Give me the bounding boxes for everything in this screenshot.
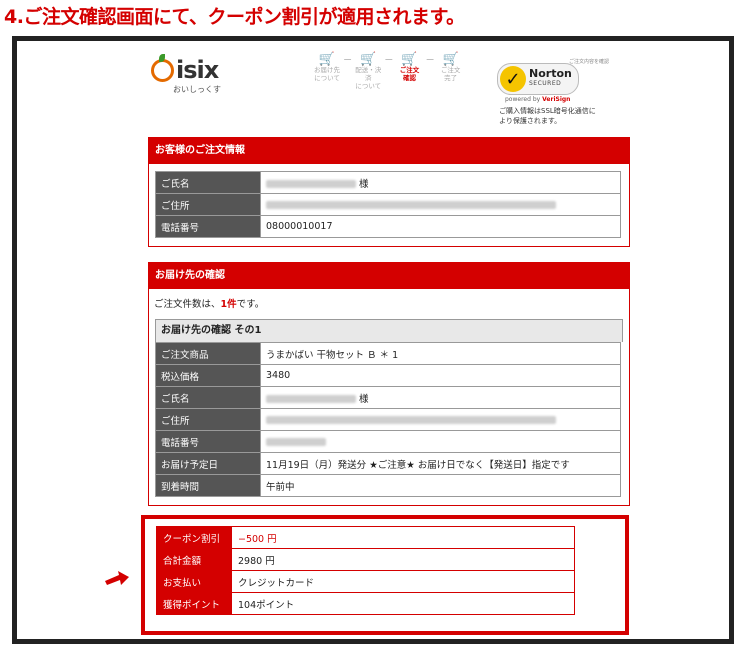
step-separator: − [384, 53, 394, 66]
table-row: ご氏名 様 [155, 386, 621, 409]
step-separator: − [343, 53, 353, 66]
table-row: ご住所 [155, 193, 621, 216]
points-value: 104ポイント [231, 592, 575, 615]
coupon-value: −500 円 [231, 526, 575, 549]
verisign-line: powered by VeriSign [505, 96, 571, 103]
table-row: ご住所 [155, 408, 621, 431]
step-3-active: 🛒 ご注文 確認 [396, 53, 422, 90]
step-4: 🛒 ご注文 完了 [438, 53, 464, 90]
pointer-arrow-icon [105, 571, 129, 585]
step-1: 🛒 お届け先 について [314, 52, 340, 82]
norton-seal[interactable]: ✓ Norton SECURED [497, 63, 579, 95]
total-label: 合計金額 [156, 548, 232, 571]
table-row: 到着時間 午前中 [155, 474, 621, 497]
table-row: お支払い クレジットカード [156, 570, 575, 593]
screenshot-frame: isix おいしっくす 🛒 お届け先 について − 🛒 配送・決済 について − 🛒 ご注… [12, 36, 734, 644]
cart-icon: 🛒 [401, 52, 418, 67]
table-row: 電話番号 08000010017 [155, 215, 621, 238]
delivery-subtitle: お届け先の確認 その1 [155, 319, 623, 342]
table-row: ご氏名 様 [155, 171, 621, 194]
table-row: 税込価格 3480 [155, 364, 621, 387]
table-row: 電話番号 [155, 430, 621, 453]
order-count: ご注文件数は、1件です。 [154, 299, 265, 310]
logo-text: isix [176, 56, 219, 84]
cart-icon: 🛒 [318, 52, 336, 67]
points-label: 獲得ポイント [156, 592, 232, 615]
checkout-steps: 🛒 お届け先 について − 🛒 配送・決済 について − 🛒 ご注文 確認 − 🛒 ご注文 完了 [314, 53, 464, 90]
customer-info-section: お客様のご注文情報 ご氏名 様 ご住所 電話番号 08000010017 [148, 137, 630, 247]
norton-name: Norton [529, 67, 572, 80]
blurred-name [266, 395, 356, 403]
table-row: 合計金額 2980 円 [156, 548, 575, 571]
coupon-label: クーポン割引 [156, 526, 232, 549]
step-separator: − [425, 53, 435, 66]
delivery-section: お届け先の確認 ご注文件数は、1件です。 お届け先の確認 その1 ご注文商品 うま… [148, 262, 630, 506]
blurred-address [266, 200, 556, 209]
blurred-phone [266, 437, 326, 446]
customer-info-title: お客様のご注文情報 [149, 138, 629, 164]
table-row: クーポン割引 −500 円 [156, 526, 575, 549]
checkmark-icon: ✓ [500, 66, 526, 92]
norton-top-label: ご注文内容を確認 [569, 59, 610, 65]
table-row: ご注文商品 うまかばい 干物セット Ｂ ＊ 1 [155, 342, 621, 365]
delivery-table: ご注文商品 うまかばい 干物セット Ｂ ＊ 1 税込価格 3480 ご氏名 様 ご住… [155, 342, 621, 497]
cart-icon: 🛒 [442, 52, 459, 67]
table-row: お届け予定日 11月19日（月）発送分 ★ご注意★ お届け日でなく【発送日】指定で… [155, 452, 621, 475]
summary-highlight: クーポン割引 −500 円 合計金額 2980 円 お支払い クレジットカード 獲得ポ… [141, 515, 629, 635]
payment-value: クレジットカード [231, 570, 575, 593]
blurred-address [266, 415, 556, 424]
total-value: 2980 円 [231, 548, 575, 571]
blurred-name [266, 180, 356, 188]
payment-label: お支払い [156, 570, 232, 593]
delivery-title: お届け先の確認 [149, 263, 629, 289]
norton-secured: SECURED [529, 80, 562, 87]
logo-tagline: おいしっくす [173, 85, 221, 94]
logo-mark-icon [151, 53, 174, 82]
step-2: 🛒 配送・決済 について [355, 52, 382, 90]
ssl-note: ご購入情報はSSL暗号化通信により保護されます。 [499, 107, 596, 125]
oisix-logo[interactable]: isix おいしっくす [151, 53, 221, 94]
summary-table: クーポン割引 −500 円 合計金額 2980 円 お支払い クレジットカード 獲得ポ… [156, 526, 575, 615]
table-row: 獲得ポイント 104ポイント [156, 592, 575, 615]
cart-icon: 🛒 [360, 52, 377, 67]
page-heading: 4.ご注文確認画面にて、クーポン割引が適用されます。 [4, 6, 465, 28]
customer-info-table: ご氏名 様 ご住所 電話番号 08000010017 [155, 171, 621, 238]
